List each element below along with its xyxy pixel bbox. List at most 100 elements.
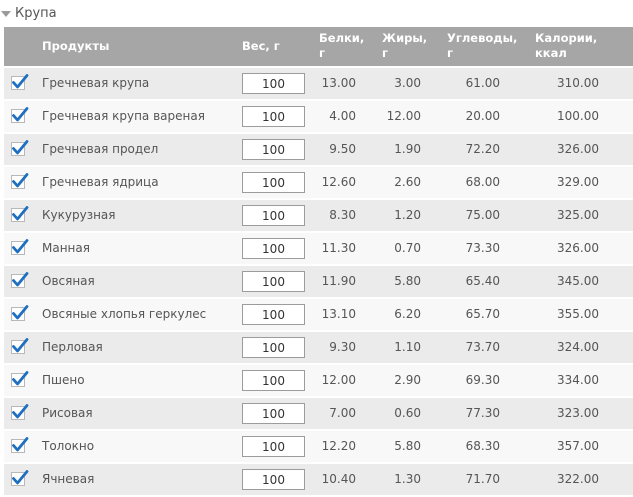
fat-value: 0.70 xyxy=(394,241,421,255)
product-checkbox[interactable] xyxy=(11,107,29,123)
product-checkbox[interactable] xyxy=(11,239,29,255)
column-header-protein-line2: г xyxy=(319,46,326,60)
protein-value: 9.30 xyxy=(329,340,356,354)
column-header-calories: Калории, ккал xyxy=(535,31,597,61)
weight-input[interactable] xyxy=(242,403,305,424)
product-name: Ячневая xyxy=(42,472,95,486)
carbs-value: 73.30 xyxy=(465,241,500,255)
section-header[interactable]: Крупа xyxy=(0,0,633,26)
fat-value: 12.00 xyxy=(386,109,421,123)
product-name: Гречневая крупа вареная xyxy=(42,109,205,123)
column-header-weight: Вес, г xyxy=(242,39,280,53)
calories-value: 329.00 xyxy=(557,175,599,189)
checkmark-icon xyxy=(12,470,29,485)
weight-input[interactable] xyxy=(242,238,305,259)
weight-input[interactable] xyxy=(242,139,305,160)
collapse-triangle-icon[interactable] xyxy=(1,11,11,17)
product-checkbox[interactable] xyxy=(11,470,29,486)
carbs-value: 75.00 xyxy=(465,208,500,222)
table-row: Перловая 9.30 1.10 73.70 324.00 xyxy=(4,332,633,365)
protein-value: 12.00 xyxy=(321,373,356,387)
table-row: Гречневая крупа 13.00 3.00 61.00 310.00 xyxy=(4,68,633,101)
table-row: Пшено 12.00 2.90 69.30 334.00 xyxy=(4,365,633,398)
calories-value: 324.00 xyxy=(557,340,599,354)
table-header: Продукты Вес, г Белки, г Жиры, г Углевод… xyxy=(4,27,633,68)
product-name: Перловая xyxy=(42,340,103,354)
fat-value: 1.30 xyxy=(394,472,421,486)
product-checkbox[interactable] xyxy=(11,173,29,189)
product-checkbox[interactable] xyxy=(11,305,29,321)
nutrition-table: Продукты Вес, г Белки, г Жиры, г Углевод… xyxy=(4,27,633,497)
weight-input[interactable] xyxy=(242,337,305,358)
carbs-value: 77.30 xyxy=(465,406,500,420)
calories-value: 322.00 xyxy=(557,472,599,486)
column-header-calories-line2: ккал xyxy=(535,46,567,60)
calories-value: 323.00 xyxy=(557,406,599,420)
product-checkbox[interactable] xyxy=(11,272,29,288)
product-name: Овсяные хлопья геркулес xyxy=(42,307,207,321)
fat-value: 1.90 xyxy=(394,142,421,156)
carbs-value: 71.70 xyxy=(465,472,500,486)
product-name: Пшено xyxy=(42,373,85,387)
checkmark-icon xyxy=(12,338,29,353)
product-checkbox[interactable] xyxy=(11,338,29,354)
weight-input[interactable] xyxy=(242,73,305,94)
fat-value: 3.00 xyxy=(394,76,421,90)
protein-value: 4.00 xyxy=(329,109,356,123)
protein-value: 8.30 xyxy=(329,208,356,222)
protein-value: 12.60 xyxy=(321,175,356,189)
product-checkbox[interactable] xyxy=(11,206,29,222)
product-checkbox[interactable] xyxy=(11,404,29,420)
product-name: Гречневая продел xyxy=(42,142,159,156)
weight-input[interactable] xyxy=(242,370,305,391)
column-header-carbs: Углеводы, г xyxy=(447,31,517,61)
product-checkbox[interactable] xyxy=(11,437,29,453)
column-header-carbs-line1: Углеводы, xyxy=(447,31,518,45)
calories-value: 355.00 xyxy=(557,307,599,321)
checkmark-icon xyxy=(12,437,29,452)
checkmark-icon xyxy=(12,74,29,89)
weight-input[interactable] xyxy=(242,106,305,127)
product-name: Кукурузная xyxy=(42,208,116,222)
product-checkbox[interactable] xyxy=(11,140,29,156)
checkmark-icon xyxy=(12,371,29,386)
column-header-product: Продукты xyxy=(42,39,110,53)
protein-value: 13.10 xyxy=(321,307,356,321)
weight-input[interactable] xyxy=(242,172,305,193)
product-checkbox[interactable] xyxy=(11,74,29,90)
column-header-fat-line2: г xyxy=(382,46,389,60)
weight-input[interactable] xyxy=(242,304,305,325)
fat-value: 2.90 xyxy=(394,373,421,387)
fat-value: 0.60 xyxy=(394,406,421,420)
table-row: Рисовая 7.00 0.60 77.30 323.00 xyxy=(4,398,633,431)
product-checkbox[interactable] xyxy=(11,371,29,387)
product-name: Гречневая ядрица xyxy=(42,175,159,189)
protein-value: 11.30 xyxy=(321,241,356,255)
weight-input[interactable] xyxy=(242,205,305,226)
calories-value: 100.00 xyxy=(557,109,599,123)
checkmark-icon xyxy=(12,107,29,122)
carbs-value: 65.70 xyxy=(465,307,500,321)
table-row: Кукурузная 8.30 1.20 75.00 325.00 xyxy=(4,200,633,233)
protein-value: 9.50 xyxy=(329,142,356,156)
fat-value: 2.60 xyxy=(394,175,421,189)
fat-value: 5.80 xyxy=(394,274,421,288)
carbs-value: 72.20 xyxy=(465,142,500,156)
carbs-value: 73.70 xyxy=(465,340,500,354)
checkmark-icon xyxy=(12,239,29,254)
protein-value: 13.00 xyxy=(321,76,356,90)
weight-input[interactable] xyxy=(242,436,305,457)
calories-value: 334.00 xyxy=(557,373,599,387)
product-name: Рисовая xyxy=(42,406,93,420)
carbs-value: 68.30 xyxy=(465,439,500,453)
checkmark-icon xyxy=(12,173,29,188)
weight-input[interactable] xyxy=(242,271,305,292)
carbs-value: 61.00 xyxy=(465,76,500,90)
table-row: Гречневая крупа вареная 4.00 12.00 20.00 100… xyxy=(4,101,633,134)
protein-value: 12.20 xyxy=(321,439,356,453)
column-header-calories-line1: Калории, xyxy=(535,31,598,45)
calories-value: 325.00 xyxy=(557,208,599,222)
protein-value: 7.00 xyxy=(329,406,356,420)
weight-input[interactable] xyxy=(242,469,305,490)
table-row: Овсяные хлопья геркулес 13.10 6.20 65.70 355… xyxy=(4,299,633,332)
